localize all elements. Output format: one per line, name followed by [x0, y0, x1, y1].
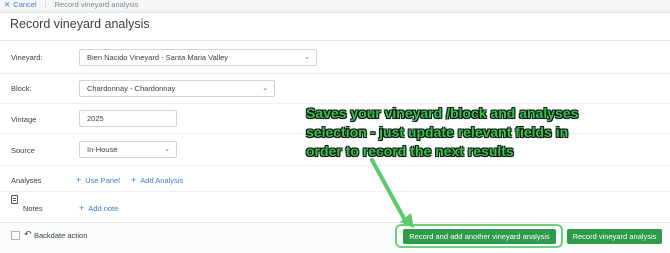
- divider: [0, 165, 670, 166]
- vineyard-value: Bien Nacido Vineyard - Santa Maria Valle…: [87, 53, 229, 62]
- analyses-label: Analyses: [11, 176, 42, 185]
- vintage-value: 2025: [87, 114, 104, 123]
- annotation-text: Saves your vineyard /block and analyses …: [306, 105, 579, 159]
- source-label: Source: [11, 146, 35, 155]
- source-value: In-House: [87, 145, 118, 154]
- use-panel-link[interactable]: + Use Panel: [76, 175, 120, 185]
- vintage-input[interactable]: 2025: [79, 110, 177, 127]
- add-note-link[interactable]: + Add note: [79, 203, 118, 213]
- chevron-down-icon: ⌄: [164, 146, 170, 153]
- notes-label: Notes: [23, 204, 43, 213]
- vineyard-label: Vineyard:: [11, 53, 43, 62]
- breadcrumb-separator: |: [44, 0, 47, 9]
- source-select[interactable]: In-House ⌄: [79, 141, 177, 158]
- undo-icon: ↶: [24, 229, 32, 239]
- vineyard-select[interactable]: Bien Nacido Vineyard - Santa Maria Valle…: [79, 49, 317, 66]
- notes-icon: [11, 195, 18, 204]
- block-label: Block:: [11, 84, 32, 93]
- add-analysis-link[interactable]: + Add Analysis: [131, 175, 183, 185]
- divider: [0, 191, 670, 192]
- plus-icon: +: [79, 203, 85, 213]
- block-select[interactable]: Chardonnay - Chardonnay ⌄: [79, 80, 275, 97]
- close-icon[interactable]: ✕: [4, 0, 10, 9]
- plus-icon: +: [131, 175, 137, 185]
- divider: [0, 73, 670, 74]
- plus-icon: +: [76, 175, 82, 185]
- block-value: Chardonnay - Chardonnay: [87, 84, 176, 93]
- page-title: Record vineyard analysis: [10, 17, 150, 31]
- vintage-label: Vintage: [11, 115, 37, 124]
- backdate-label: Backdate action: [34, 231, 88, 240]
- record-and-add-another-button[interactable]: Record and add another vineyard analysis: [403, 229, 556, 244]
- chevron-down-icon: ⌄: [304, 54, 310, 61]
- breadcrumb: Record vineyard analysis: [54, 0, 139, 9]
- top-bar: ✕ Cancel | Record vineyard analysis: [0, 0, 670, 10]
- cancel-link[interactable]: Cancel: [13, 0, 36, 9]
- record-button[interactable]: Record vineyard analysis: [567, 229, 662, 244]
- divider: [0, 40, 670, 41]
- chevron-down-icon: ⌄: [262, 85, 268, 92]
- backdate-checkbox[interactable]: [11, 231, 20, 240]
